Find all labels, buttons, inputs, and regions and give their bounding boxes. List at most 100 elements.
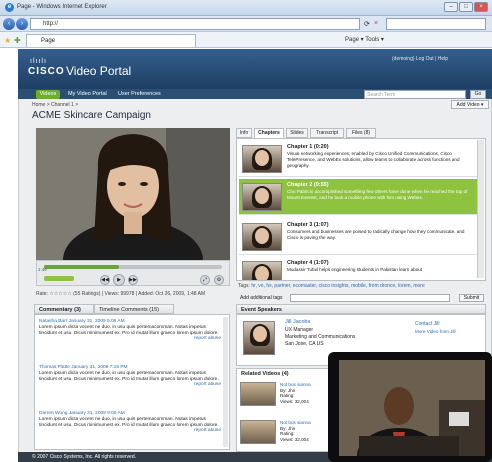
fullscreen-icon[interactable]: ⤢ [200,275,210,285]
address-bar: ‹ › http:// ⟳ × [0,16,492,32]
presenter-image [36,128,230,260]
speaker-location: San Jose, CA US [285,341,324,347]
volume-slider[interactable] [44,276,74,281]
chapter-description: Consumers and businesses are poised to r… [287,229,465,240]
related-title[interactable]: Not bus sianna [280,382,311,388]
video-player[interactable] [36,128,230,260]
related-title[interactable]: Not bus sianna [280,420,311,426]
related-thumbnail[interactable] [240,420,276,444]
portal-title: Video Portal [66,64,132,78]
ie-logo-icon: e [5,3,14,12]
url-input[interactable]: http:// [30,18,360,30]
chapter-item[interactable]: Chapter 4 (1:07) Mudassir Tufail helps e… [239,257,477,280]
chapter-title: Chapter 4 (1:07) [287,260,329,266]
commentary-panel: Natasha Barr January 31, 2009 5:05 AM Lo… [34,314,230,450]
chapter-title: Chapter 1 (0:20) [287,144,329,150]
chapter-item[interactable]: Chapter 3 (1:07) Consumers and businesse… [239,219,477,255]
chapter-description: Visual networking experiences, enabled b… [287,151,460,168]
related-item[interactable]: Not bus sianna By: Jhn Rating: Views: 32… [280,420,311,442]
contact-speaker-link[interactable]: Contact Jill [415,321,439,327]
add-video-button[interactable]: Add Video ▾ [451,100,489,109]
browser-tab[interactable]: Page [26,34,196,47]
browser-search-input[interactable] [386,18,486,30]
chapter-scrollbar[interactable] [477,140,484,278]
chapter-item[interactable]: Chapter 1 (0:20) Visual networking exper… [239,141,477,177]
commentary-scrollbar[interactable] [223,317,228,447]
chapter-thumbnail [242,223,282,251]
comment-item: Natasha Barr January 31, 2009 5:05 AM Lo… [39,319,221,341]
forward-icon[interactable]: › [16,18,28,30]
report-abuse-link[interactable]: report abuse [194,382,221,388]
tab-transcript[interactable]: Transcript [310,128,344,138]
tab-timeline-comments[interactable]: Timeline Comments (15) [94,304,174,314]
tab-info[interactable]: Info [236,128,252,138]
add-tags-label: Add additional tags [240,295,283,301]
tags-label: Tags: [238,283,250,289]
play-button[interactable]: ▶ [113,274,125,286]
comment-text: Lorem ipsum dicta vocent ne duo, in usu … [39,324,219,336]
chapter-thumbnail [242,145,282,173]
rating-line[interactable]: Rate: ☆☆☆☆☆ (55 Ratings) | Views: 99978 … [36,291,205,297]
add-favorite-icon[interactable]: ✚ [14,36,21,45]
favorites-star-icon[interactable]: ★ [4,36,11,45]
comment-text: Lorem ipsum dicta vocent ne duo, in usu … [39,416,219,428]
cisco-logo-bars-icon: ılıılı [30,58,47,65]
back-icon[interactable]: ‹ [3,18,15,30]
tags-line: Tags: hr, vo, hs, partner, ecomaster, ci… [238,283,425,289]
speaker-photo [243,321,275,355]
tab-slides[interactable]: Slides [286,128,308,138]
report-abuse-link[interactable]: report abuse [194,428,221,434]
comment-text: Lorem ipsum dicta vocent ne duo, in usu … [39,370,219,382]
go-button[interactable]: Go [470,90,486,99]
related-views: Views: 32,004 [280,398,309,404]
tag-links[interactable]: hr, vo, hs, partner, ecomaster, cisco in… [251,283,424,289]
chapter-list: Chapter 1 (0:20) Visual networking exper… [236,138,486,281]
comment-item: Darren Wong January 31, 2009 9:05 AM Lor… [39,411,221,433]
nav-my-video-portal[interactable]: My Video Portal [68,91,107,97]
chapter-thumbnail [242,183,282,211]
time-label: 1:46 [38,267,47,272]
comment-item: Thomas Platte January 31, 2009 7:15 PM L… [39,365,221,387]
breadcrumb[interactable]: Home > Channel 1 > [32,102,78,108]
chapter-title: Chapter 2 (0:55) [287,182,329,188]
portal-search-input[interactable]: Search Term [364,90,466,99]
browser-title-bar: e Page - Windows Internet Explorer – □ × [0,0,492,16]
tab-files[interactable]: Files (8) [346,128,376,138]
close-icon[interactable]: × [474,2,488,12]
speakers-heading: Event Speakers [236,304,486,314]
window-title: Page - Windows Internet Explorer [17,4,107,10]
rewind-icon[interactable]: ◀◀ [100,275,110,285]
refresh-icon[interactable]: ⟳ [364,20,370,28]
related-thumbnail[interactable] [240,382,276,406]
tab-chapters[interactable]: Chapters [254,128,284,138]
speaker-name[interactable]: Jill Jacobs [285,319,310,325]
progress-fill [44,265,119,269]
chapter-description: Mudassir Tufail helps engineering studen… [287,267,423,272]
chapter-thumbnail [242,261,282,280]
cisco-logo: CISCO [28,66,65,77]
browser-toolbar[interactable]: Page ▾ Tools ▾ [345,36,384,43]
browser-tab-bar: ★ ✚ Page Page ▾ Tools ▾ [0,32,492,48]
stop-icon[interactable]: × [374,20,378,27]
tab-commentary[interactable]: Commentary (3) [34,304,94,314]
page-title: ACME Skincare Campaign [32,110,151,121]
speaker-dept: Marketing and Communications [285,334,356,340]
report-abuse-link[interactable]: report abuse [194,336,221,342]
related-heading: Related Videos (4) [241,371,289,377]
add-tags-input[interactable] [290,294,450,302]
related-views: Views: 32,004 [280,436,309,442]
user-links[interactable]: (demoing) Log Out | Help [392,56,448,62]
nav-videos[interactable]: Videos [36,90,60,99]
chapter-description: Cho Pabricio accomplished something few … [287,189,468,200]
submit-button[interactable]: Submit [459,294,484,302]
nav-user-preferences[interactable]: User Preferences [118,91,161,97]
related-item[interactable]: Not bus sianna By: Jhn Rating: Views: 32… [280,382,311,404]
chapter-title: Chapter 3 (1:07) [287,222,329,228]
more-video-link[interactable]: More Video from Jill [415,329,456,334]
chapter-item-selected[interactable]: Chapter 2 (0:55) Cho Pabricio accomplish… [239,179,477,215]
maximize-icon[interactable]: □ [459,2,473,12]
speaker-role: UX Manager [285,327,314,333]
fast-forward-icon[interactable]: ▶▶ [128,275,138,285]
settings-gear-icon[interactable]: ⚙ [214,275,224,285]
minimize-icon[interactable]: – [444,2,458,12]
